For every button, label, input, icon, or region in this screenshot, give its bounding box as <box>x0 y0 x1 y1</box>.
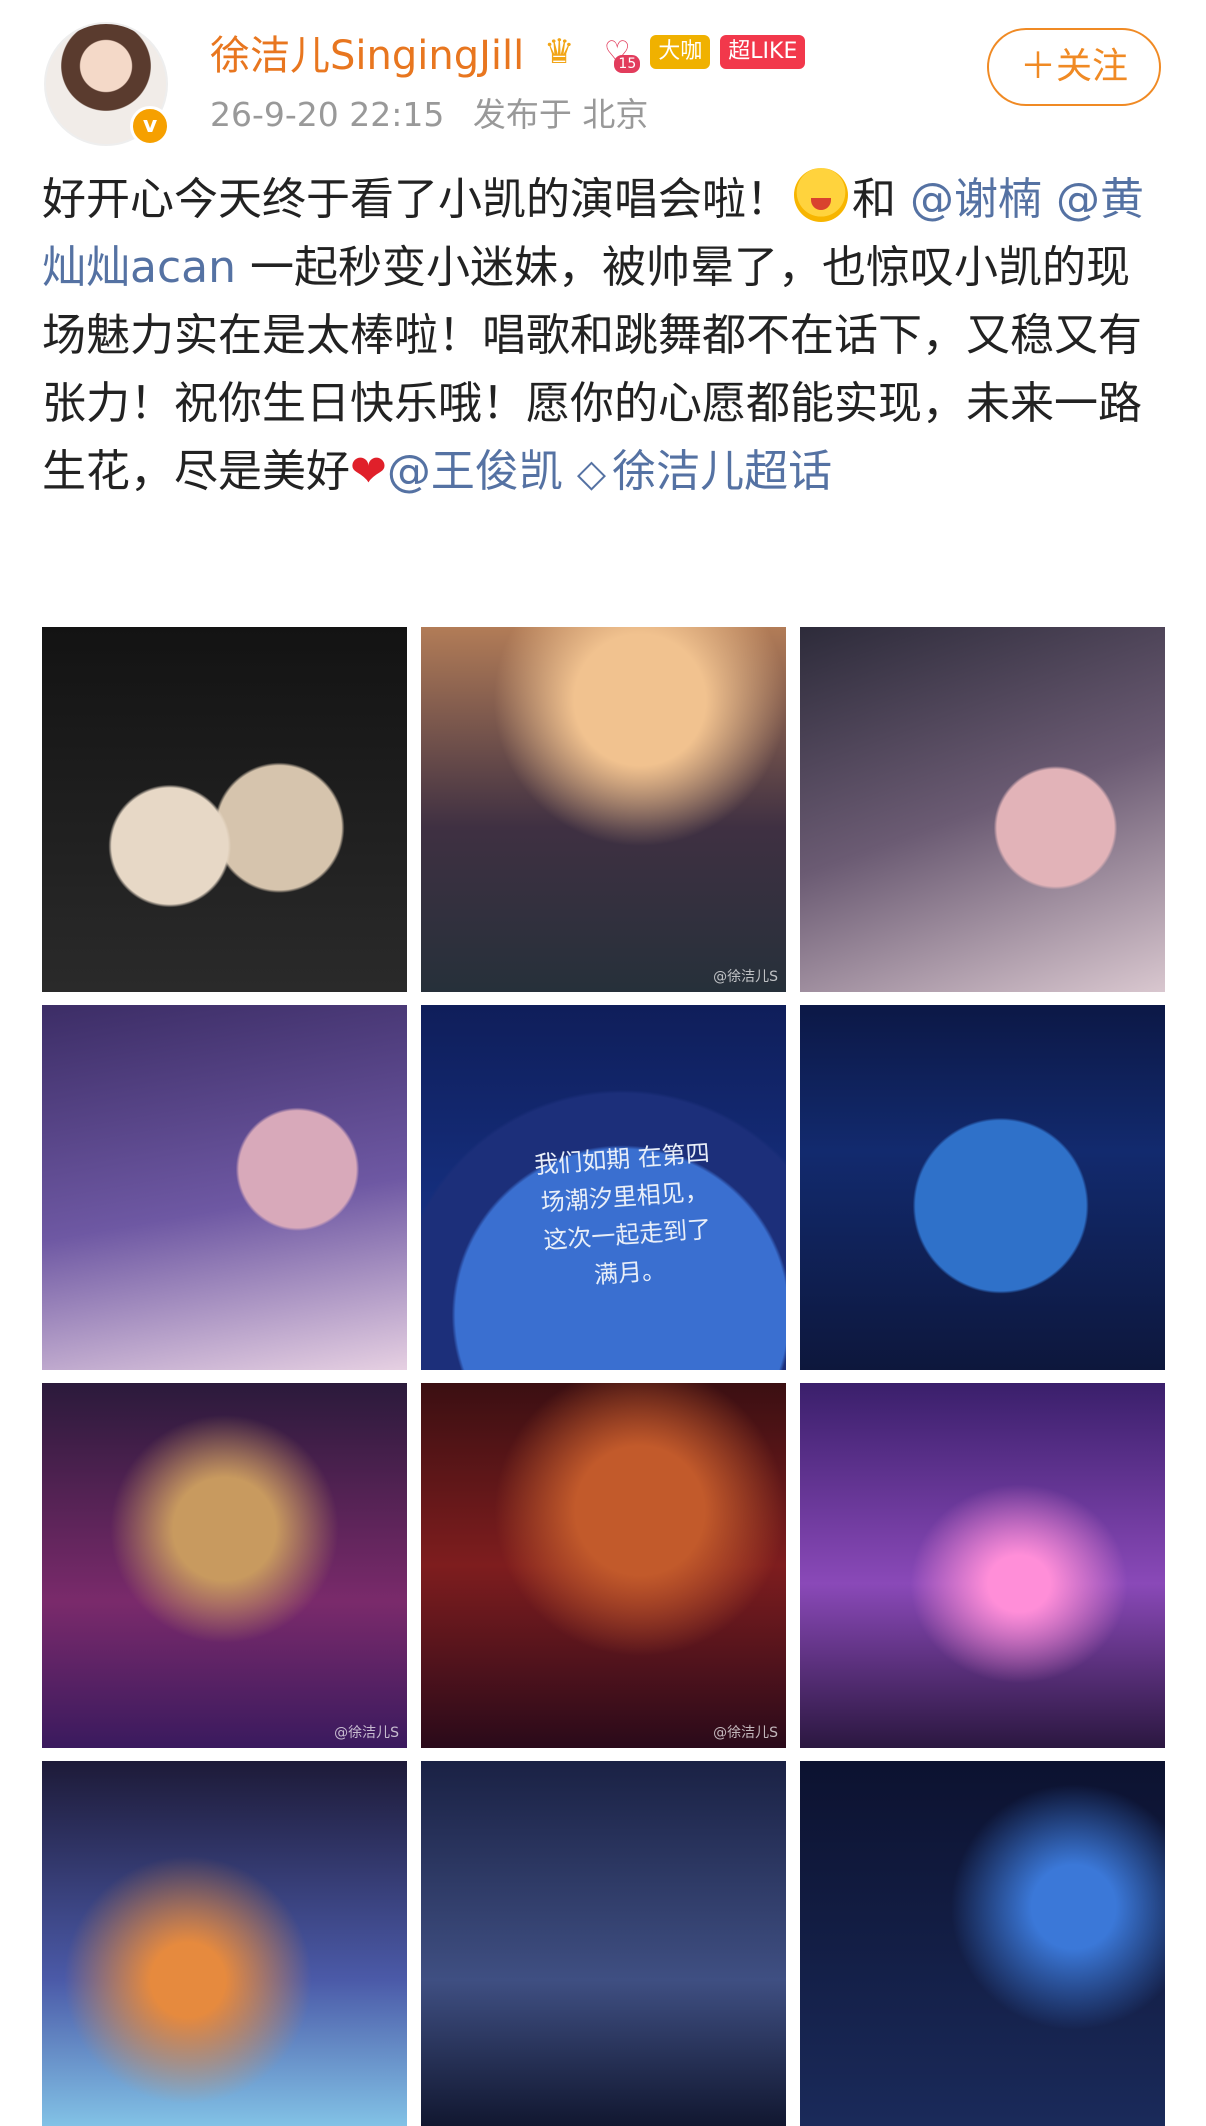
username[interactable]: 徐洁儿SingingJill <box>210 23 524 81</box>
photo-thumbnail[interactable] <box>42 1005 407 1370</box>
photo-thumbnail[interactable] <box>800 1761 1165 2126</box>
photo-thumbnail[interactable]: @徐洁儿S <box>42 1383 407 1748</box>
avatar-container[interactable]: v <box>44 22 170 146</box>
mention-link[interactable]: @谢楠 <box>910 174 1042 225</box>
name-row: 徐洁儿SingingJill ♛ ♡ 15 大咖 超LIKE <box>210 23 806 81</box>
photo-thumbnail[interactable] <box>800 627 1165 992</box>
photo-thumbnail[interactable] <box>800 1005 1165 1370</box>
vip-badge[interactable]: 大咖 <box>650 35 711 69</box>
red-heart-emoji-icon: ❤ <box>350 446 387 497</box>
fan-level-icon[interactable]: ♡ 15 <box>594 31 641 73</box>
kiss-face-emoji-icon <box>794 168 848 222</box>
super-topic-label: 徐洁儿超话 <box>612 446 833 497</box>
photo-thumbnail[interactable] <box>800 1383 1165 1748</box>
post-meta: 26-9-20 22:15 发布于 北京 <box>210 88 648 136</box>
photo-thumbnail[interactable] <box>42 627 407 992</box>
photo-watermark: @徐洁儿S <box>713 969 778 985</box>
diamond-topic-icon: ◇ <box>576 451 607 495</box>
fan-level-number: 15 <box>614 55 641 73</box>
weibo-post: v 徐洁儿SingingJill ♛ ♡ 15 大咖 超LIKE 26-9-20 … <box>0 0 1206 2126</box>
photo-watermark: @徐洁儿S <box>334 1725 399 1741</box>
super-topic-link[interactable]: ◇ 徐洁儿超话 <box>577 446 832 497</box>
text-segment: 好开心今天终于看了小凯的演唱会啦！ <box>42 174 790 225</box>
post-timestamp: 26-9-20 22:15 <box>210 95 445 134</box>
photo-thumbnail[interactable] <box>42 1761 407 2126</box>
post-text: 好开心今天终于看了小凯的演唱会啦！和 @谢楠 @黄灿灿acan 一起秒变小迷妹，… <box>42 166 1168 507</box>
text-segment: 和 <box>852 174 896 225</box>
photo-thumbnail[interactable] <box>421 1761 786 2126</box>
photo-thumbnail[interactable]: @徐洁儿S <box>421 627 786 992</box>
crown-icon[interactable]: ♛ <box>534 31 584 73</box>
verified-badge-icon: v <box>130 106 170 146</box>
photo-caption: 我们如期 在第四场潮汐里相见， 这次一起走到了满月。 <box>533 1139 713 1290</box>
photo-watermark: @徐洁儿S <box>713 1725 778 1741</box>
photo-thumbnail[interactable]: 我们如期 在第四场潮汐里相见， 这次一起走到了满月。 <box>421 1005 786 1370</box>
photo-thumbnail[interactable]: @徐洁儿S <box>421 1383 786 1748</box>
post-location: 发布于 北京 <box>472 95 649 134</box>
super-like-badge[interactable]: 超LIKE <box>720 35 806 69</box>
follow-button[interactable]: ＋关注 <box>987 28 1161 106</box>
mention-link[interactable]: @王俊凯 <box>387 446 563 497</box>
photo-grid: @徐洁儿S 我们如期 在第四场潮汐里相见， 这次一起走到了满月。 @徐洁儿S @… <box>42 627 1165 2126</box>
